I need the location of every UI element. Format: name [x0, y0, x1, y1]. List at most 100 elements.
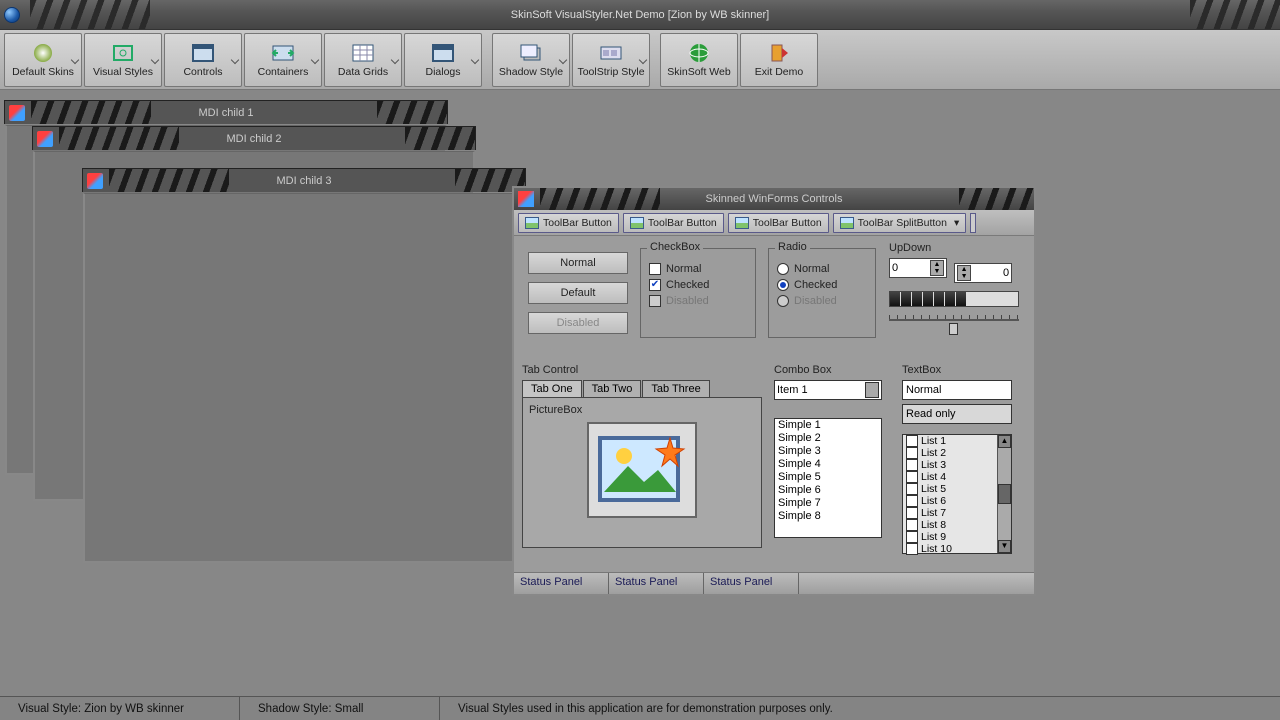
chevron-down-icon — [471, 55, 479, 63]
tab-label: Tab Control — [522, 364, 762, 376]
status-panel: Status Panel — [704, 573, 799, 594]
main-toolbar: Default Skins Visual Styles Controls Con… — [0, 30, 1280, 90]
picture-icon — [840, 217, 854, 229]
tab-tab two[interactable]: Tab Two — [583, 380, 642, 397]
picture-icon — [735, 217, 749, 229]
checkbox-disabled — [649, 295, 661, 307]
mdi-title: MDI child 3 — [276, 175, 331, 187]
numeric-updown-2[interactable]: ▲▼0 — [954, 263, 1012, 283]
toolbar-icon — [685, 42, 713, 64]
toolbar-dialogs[interactable]: Dialogs — [404, 33, 482, 87]
toolbar-button-0[interactable]: ToolBar Button — [518, 213, 619, 233]
checklist-item[interactable]: List 4 — [903, 471, 1011, 483]
status-panel: Status Panel — [514, 573, 609, 594]
trackbar[interactable] — [889, 313, 1019, 337]
mdi-child-1[interactable]: MDI child 1 — [4, 100, 448, 124]
checklist-item[interactable]: List 10 — [903, 543, 1011, 555]
normal-button[interactable]: Normal — [528, 252, 628, 274]
list-item[interactable]: Simple 5 — [775, 471, 881, 484]
toolbar-button-2[interactable]: ToolBar Button — [728, 213, 829, 233]
toolbar-icon — [517, 42, 545, 64]
status-panel: Status Panel — [609, 573, 704, 594]
default-button[interactable]: Default — [528, 282, 628, 304]
toolbar-visual styles[interactable]: Visual Styles — [84, 33, 162, 87]
toolbar-overflow[interactable] — [970, 213, 976, 233]
list-item[interactable]: Simple 8 — [775, 510, 881, 523]
status-shadow: Shadow Style: Small — [240, 697, 440, 720]
tab-tab one[interactable]: Tab One — [522, 380, 582, 397]
radio-disabled — [777, 295, 789, 307]
numeric-updown-1[interactable]: 0▲▼ — [889, 258, 947, 278]
chevron-down-icon — [559, 55, 567, 63]
toolbar-skinsoft web[interactable]: SkinSoft Web — [660, 33, 738, 87]
list-item[interactable]: Simple 3 — [775, 445, 881, 458]
checklist-item[interactable]: List 1 — [903, 435, 1011, 447]
controls-window: Skinned WinForms Controls ToolBar Button… — [512, 186, 1036, 596]
toolbar-default skins[interactable]: Default Skins — [4, 33, 82, 87]
textbox-readonly — [902, 404, 1012, 424]
toolbar-icon — [429, 42, 457, 64]
radio-title: Radio — [775, 241, 810, 253]
toolbar-icon — [109, 42, 137, 64]
combobox[interactable]: Item 1 — [774, 380, 882, 400]
list-item[interactable]: Simple 1 — [775, 419, 881, 432]
checklist-item[interactable]: List 9 — [903, 531, 1011, 543]
mdi-child-2[interactable]: MDI child 2 — [32, 126, 476, 150]
checklist-item[interactable]: List 8 — [903, 519, 1011, 531]
mdi-child-3[interactable]: MDI child 3 — [82, 168, 526, 192]
tab-tab three[interactable]: Tab Three — [642, 380, 709, 397]
toolbar-icon — [189, 42, 217, 64]
combo-label: Combo Box — [774, 364, 884, 376]
checkbox-normal[interactable] — [649, 263, 661, 275]
disabled-button: Disabled — [528, 312, 628, 334]
radio-normal[interactable] — [777, 263, 789, 275]
checkbox-checked[interactable] — [649, 279, 661, 291]
checklist-item[interactable]: List 2 — [903, 447, 1011, 459]
toolbar-containers[interactable]: Containers — [244, 33, 322, 87]
checkbox-group: CheckBox Normal Checked Disabled — [640, 248, 756, 338]
list-item[interactable]: Simple 2 — [775, 432, 881, 445]
toolbar-icon — [29, 42, 57, 64]
window-icon — [9, 105, 25, 121]
picture-icon — [525, 217, 539, 229]
toolbar-data grids[interactable]: Data Grids — [324, 33, 402, 87]
controls-statusbar: Status PanelStatus PanelStatus Panel — [514, 572, 1034, 594]
tab-page: PictureBox — [522, 398, 762, 548]
toolbar-toolstrip style[interactable]: ToolStrip Style — [572, 33, 650, 87]
simple-listbox[interactable]: Simple 1Simple 2Simple 3Simple 4Simple 5… — [774, 418, 882, 538]
app-statusbar: Visual Style: Zion by WB skinner Shadow … — [0, 696, 1280, 720]
checklist-item[interactable]: List 3 — [903, 459, 1011, 471]
toolbar-exit demo[interactable]: Exit Demo — [740, 33, 818, 87]
toolbar-button-1[interactable]: ToolBar Button — [623, 213, 724, 233]
chevron-down-icon — [311, 55, 319, 63]
controls-titlebar[interactable]: Skinned WinForms Controls — [514, 188, 1034, 210]
list-item[interactable]: Simple 4 — [775, 458, 881, 471]
main-titlebar: SkinSoft VisualStyler.Net Demo [Zion by … — [0, 0, 1280, 30]
status-visual-style: Visual Style: Zion by WB skinner — [0, 697, 240, 720]
textbox-label: TextBox — [902, 364, 1022, 376]
chevron-down-icon — [391, 55, 399, 63]
chevron-down-icon — [71, 55, 79, 63]
list-item[interactable]: Simple 6 — [775, 484, 881, 497]
radio-group: Radio Normal Checked Disabled — [768, 248, 876, 338]
checklist-item[interactable]: List 6 — [903, 495, 1011, 507]
checkbox-title: CheckBox — [647, 241, 703, 253]
scrollbar[interactable]: ▲▼ — [997, 435, 1011, 553]
toolbar-shadow style[interactable]: Shadow Style — [492, 33, 570, 87]
textbox-normal[interactable] — [902, 380, 1012, 400]
chevron-down-icon — [639, 55, 647, 63]
tab-control: Tab Control Tab OneTab TwoTab Three Pict… — [522, 364, 762, 548]
list-item[interactable]: Simple 7 — [775, 497, 881, 510]
updown-area: UpDown 0▲▼ ▲▼0 — [889, 242, 1025, 337]
checklist-item[interactable]: List 7 — [903, 507, 1011, 519]
toolbar-button-3[interactable]: ToolBar SplitButton▾ — [833, 213, 967, 233]
app-icon — [4, 7, 20, 23]
toolbar-icon — [765, 42, 793, 64]
updown-label: UpDown — [889, 242, 1025, 254]
checklist-item[interactable]: List 5 — [903, 483, 1011, 495]
window-icon — [87, 173, 103, 189]
radio-checked[interactable] — [777, 279, 789, 291]
checked-listbox[interactable]: List 1List 2List 3List 4List 5List 6List… — [902, 434, 1012, 554]
picturebox-label: PictureBox — [529, 404, 582, 416]
toolbar-controls[interactable]: Controls — [164, 33, 242, 87]
